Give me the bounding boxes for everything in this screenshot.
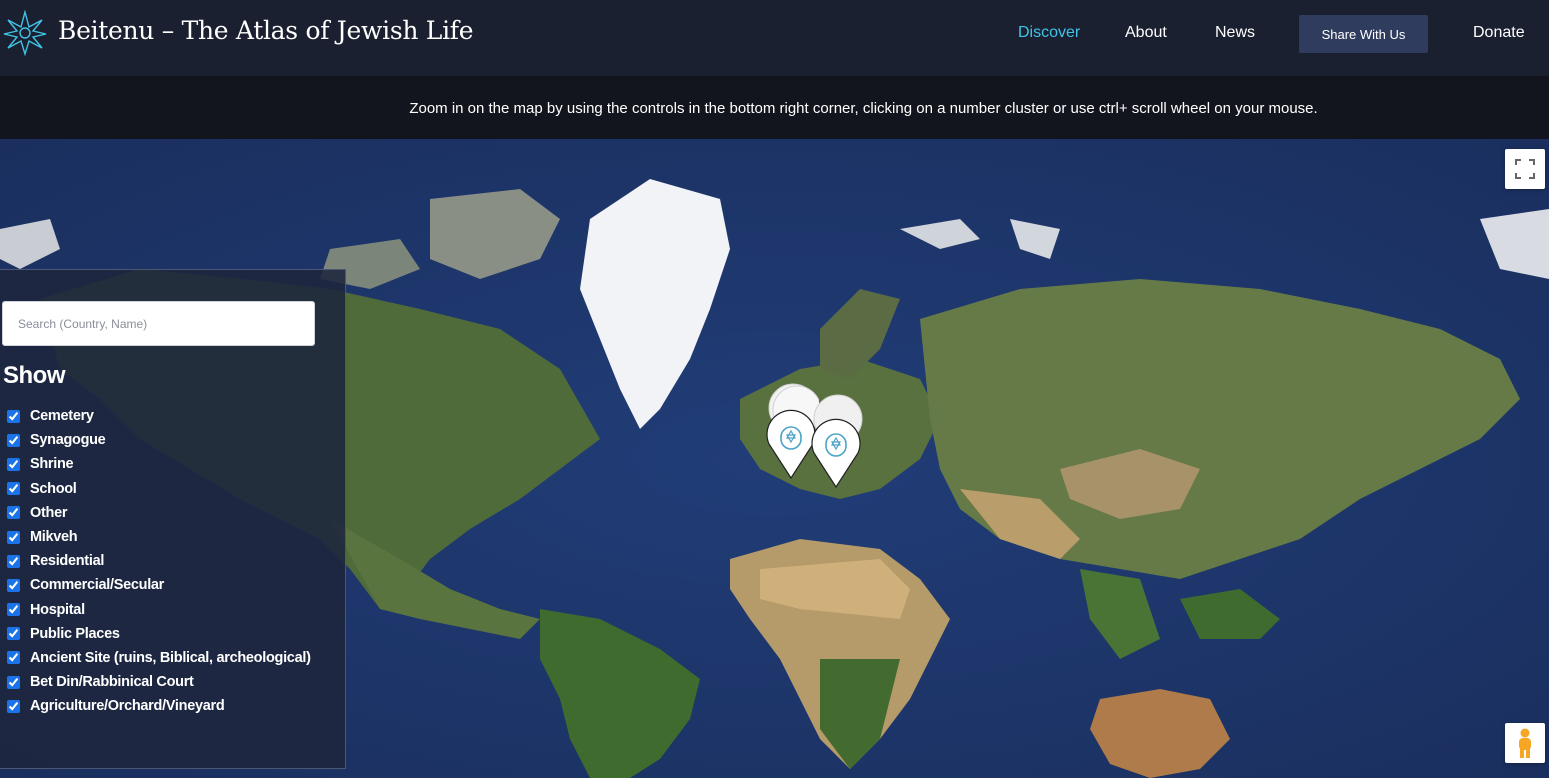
fullscreen-button[interactable] (1505, 149, 1545, 189)
star-logo-icon[interactable] (2, 10, 48, 56)
filter-checkbox[interactable] (7, 651, 20, 665)
filter-checkbox[interactable] (7, 699, 20, 713)
filter-label[interactable]: Bet Din/Rabbinical Court (30, 674, 194, 690)
site-header: Beitenu – The Atlas of Jewish Life Disco… (0, 0, 1549, 76)
info-banner: Zoom in on the map by using the controls… (0, 76, 1549, 139)
filter-checkbox[interactable] (7, 530, 20, 544)
filter-label[interactable]: Other (30, 505, 67, 521)
pegman-icon (1519, 728, 1531, 758)
filter-checkbox[interactable] (7, 578, 20, 592)
filter-label[interactable]: Residential (30, 553, 104, 569)
filter-label[interactable]: Mikveh (30, 529, 78, 545)
filter-item[interactable]: Commercial/Secular (6, 573, 311, 597)
show-heading: Show (3, 362, 66, 389)
marker-pin[interactable] (808, 389, 864, 489)
filter-item[interactable]: Agriculture/Orchard/Vineyard (6, 694, 311, 718)
filter-label[interactable]: Cemetery (30, 408, 94, 424)
filter-item[interactable]: Shrine (6, 452, 311, 476)
filter-item[interactable]: School (6, 477, 311, 501)
site-title[interactable]: Beitenu – The Atlas of Jewish Life (58, 16, 474, 45)
filter-checkbox[interactable] (7, 433, 20, 447)
filter-checkbox[interactable] (7, 409, 20, 423)
nav-donate[interactable]: Donate (1473, 24, 1525, 42)
nav-about[interactable]: About (1125, 24, 1167, 42)
filter-item[interactable]: Bet Din/Rabbinical Court (6, 670, 311, 694)
filter-item[interactable]: Public Places (6, 622, 311, 646)
filter-item[interactable]: Cemetery (6, 404, 311, 428)
filter-label[interactable]: Agriculture/Orchard/Vineyard (30, 698, 225, 714)
filter-checkbox[interactable] (7, 554, 20, 568)
filter-item[interactable]: Residential (6, 549, 311, 573)
filter-list: Cemetery Synagogue Shrine School Other Mikveh… (6, 404, 311, 718)
filter-checkbox[interactable] (7, 627, 20, 641)
banner-text: Zoom in on the map by using the controls… (409, 100, 1318, 117)
filter-checkbox[interactable] (7, 675, 20, 689)
nav-discover[interactable]: Discover (1018, 24, 1080, 42)
filter-checkbox[interactable] (7, 506, 20, 520)
filter-label[interactable]: Commercial/Secular (30, 577, 164, 593)
filter-label[interactable]: Synagogue (30, 432, 106, 448)
filter-item[interactable]: Mikveh (6, 525, 311, 549)
filter-label[interactable]: School (30, 481, 77, 497)
filter-item[interactable]: Ancient Site (ruins, Biblical, archeolog… (6, 646, 311, 670)
share-with-us-button[interactable]: Share With Us (1299, 15, 1428, 53)
filter-item[interactable]: Other (6, 501, 311, 525)
filter-label[interactable]: Public Places (30, 626, 120, 642)
filter-label[interactable]: Ancient Site (ruins, Biblical, archeolog… (30, 650, 311, 666)
filter-panel: Show Cemetery Synagogue Shrine School Other M… (0, 269, 346, 769)
fullscreen-icon (1515, 159, 1535, 179)
street-view-button[interactable] (1505, 723, 1545, 763)
search-input[interactable] (2, 301, 315, 346)
filter-label[interactable]: Hospital (30, 602, 85, 618)
filter-label[interactable]: Shrine (30, 456, 74, 472)
nav-news[interactable]: News (1215, 24, 1255, 42)
filter-item[interactable]: Hospital (6, 598, 311, 622)
filter-checkbox[interactable] (7, 603, 20, 617)
filter-checkbox[interactable] (7, 457, 20, 471)
filter-item[interactable]: Synagogue (6, 428, 311, 452)
filter-checkbox[interactable] (7, 482, 20, 496)
